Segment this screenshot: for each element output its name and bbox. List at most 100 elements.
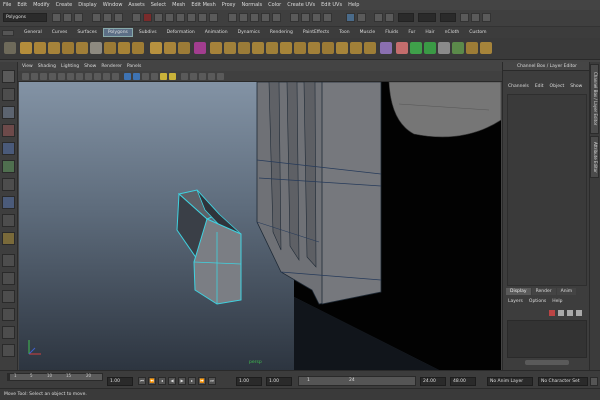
tab-fluids[interactable]: Fluids: [381, 29, 402, 36]
range-start-field[interactable]: 1.00: [236, 377, 262, 386]
select-tool-icon[interactable]: [2, 70, 15, 83]
safe-action-icon[interactable]: [103, 73, 110, 80]
play-backwards-icon[interactable]: ◀: [168, 377, 176, 385]
poly-pipe-icon[interactable]: [132, 42, 144, 54]
sculpt-geometry-icon[interactable]: [380, 42, 392, 54]
poly-cone-icon[interactable]: [62, 42, 74, 54]
planar-mapping-icon[interactable]: [396, 42, 408, 54]
anim-layer-dropdown[interactable]: No Anim Layer: [487, 377, 533, 386]
tab-general[interactable]: General: [20, 29, 46, 36]
range-slider[interactable]: 1 24: [298, 376, 416, 386]
input-field-b[interactable]: [418, 13, 436, 22]
mask-curves-icon[interactable]: [154, 13, 163, 22]
tab-hair[interactable]: Hair: [421, 29, 438, 36]
extract-icon[interactable]: [178, 42, 190, 54]
panel-menu-lighting[interactable]: Lighting: [61, 64, 79, 69]
menu-file[interactable]: File: [3, 2, 11, 8]
tab-channel-box-vertical[interactable]: Channel Box / Layer Editor: [590, 64, 599, 134]
menu-edit-uvs[interactable]: Edit UVs: [321, 2, 342, 8]
menu-create[interactable]: Create: [56, 2, 73, 8]
go-to-end-icon[interactable]: ⏭: [208, 377, 216, 385]
four-view-layout-icon[interactable]: [2, 272, 15, 285]
tab-fur[interactable]: Fur: [404, 29, 419, 36]
tab-toon[interactable]: Toon: [335, 29, 353, 36]
tab-subdivs[interactable]: Subdivs: [135, 29, 161, 36]
menu-edit[interactable]: Edit: [17, 2, 27, 8]
backface-culling-icon[interactable]: [208, 73, 215, 80]
select-component-icon[interactable]: [114, 13, 123, 22]
tab-ncloth[interactable]: nCloth: [441, 29, 464, 36]
paint-select-tool-icon[interactable]: [2, 106, 15, 119]
layer-move-up-icon[interactable]: [567, 310, 573, 316]
cylindrical-mapping-icon[interactable]: [410, 42, 422, 54]
current-time-marker[interactable]: [7, 373, 10, 381]
textured-icon[interactable]: [151, 73, 158, 80]
xray-icon[interactable]: [190, 73, 197, 80]
spherical-mapping-icon[interactable]: [424, 42, 436, 54]
channel-menu-channels[interactable]: Channels: [508, 84, 529, 89]
insert-edge-loop-icon[interactable]: [336, 42, 348, 54]
new-scene-icon[interactable]: [52, 13, 61, 22]
combine-icon[interactable]: [150, 42, 162, 54]
film-gate-icon[interactable]: [67, 73, 74, 80]
layer-scrollbar[interactable]: [525, 360, 569, 365]
merge-vertices-icon[interactable]: [364, 42, 376, 54]
tab-display[interactable]: Display: [506, 288, 531, 295]
poly-pyramid-icon[interactable]: [118, 42, 130, 54]
poly-prism-icon[interactable]: [104, 42, 116, 54]
layer-editor-toggle-icon[interactable]: [471, 13, 480, 22]
use-all-lights-icon[interactable]: [160, 73, 167, 80]
safe-title-icon[interactable]: [112, 73, 119, 80]
automatic-mapping-icon[interactable]: [438, 42, 450, 54]
cut-uv-icon[interactable]: [466, 42, 478, 54]
bridge-icon[interactable]: [266, 42, 278, 54]
persp-outliner-layout-icon[interactable]: [2, 290, 15, 303]
tab-animation[interactable]: Animation: [201, 29, 232, 36]
input-field-a[interactable]: [398, 13, 414, 22]
menu-create-uvs[interactable]: Create UVs: [287, 2, 315, 8]
channel-menu-object[interactable]: Object: [550, 84, 565, 89]
tab-painteffects[interactable]: PaintEffects: [299, 29, 333, 36]
make-live-icon[interactable]: [272, 13, 281, 22]
resolution-gate-icon[interactable]: [76, 73, 83, 80]
layer-move-down-icon[interactable]: [576, 310, 582, 316]
new-layer-selected-icon[interactable]: [558, 310, 564, 316]
step-forward-key-icon[interactable]: ⏩: [198, 377, 206, 385]
persp-graph-layout-icon[interactable]: [2, 308, 15, 321]
wireframe-icon[interactable]: [124, 73, 131, 80]
boolean-intersection-icon[interactable]: [238, 42, 250, 54]
select-object-icon[interactable]: [103, 13, 112, 22]
menu-mesh[interactable]: Mesh: [172, 2, 185, 8]
tab-polygons[interactable]: Polygons: [102, 28, 133, 37]
tab-deformation[interactable]: Deformation: [163, 29, 199, 36]
toggle-tool-settings-icon[interactable]: [374, 13, 383, 22]
layer-list[interactable]: [507, 320, 587, 358]
scale-tool-icon[interactable]: [2, 160, 15, 173]
bookmarks-icon[interactable]: [40, 73, 47, 80]
tab-rendering[interactable]: Rendering: [266, 29, 297, 36]
tab-render[interactable]: Render: [531, 288, 556, 295]
menu-display[interactable]: Display: [78, 2, 96, 8]
channel-menu-show[interactable]: Show: [570, 84, 582, 89]
snap-grid-icon[interactable]: [228, 13, 237, 22]
menu-edit-mesh[interactable]: Edit Mesh: [191, 2, 215, 8]
character-set-dropdown[interactable]: No Character Set: [538, 377, 588, 386]
mask-deformers-icon[interactable]: [176, 13, 185, 22]
step-back-frame-icon[interactable]: ◂: [158, 377, 166, 385]
wireframe-on-shaded-icon[interactable]: [142, 73, 149, 80]
panel-menu-view[interactable]: View: [22, 64, 33, 69]
mask-surfaces-icon[interactable]: [165, 13, 174, 22]
camera-attributes-icon[interactable]: [31, 73, 38, 80]
boolean-difference-icon[interactable]: [224, 42, 236, 54]
uv-texture-editor-icon[interactable]: [452, 42, 464, 54]
poly-cylinder-icon[interactable]: [48, 42, 60, 54]
tab-dynamics[interactable]: Dynamics: [234, 29, 264, 36]
go-to-start-icon[interactable]: ⏮: [138, 377, 146, 385]
input-mode-icon[interactable]: [357, 13, 366, 22]
step-back-key-icon[interactable]: ⏪: [148, 377, 156, 385]
single-perspective-layout-icon[interactable]: [2, 254, 15, 267]
poly-torus-icon[interactable]: [90, 42, 102, 54]
channel-box-toggle-icon[interactable]: [460, 13, 469, 22]
history-icon[interactable]: [290, 13, 299, 22]
separate-icon[interactable]: [164, 42, 176, 54]
